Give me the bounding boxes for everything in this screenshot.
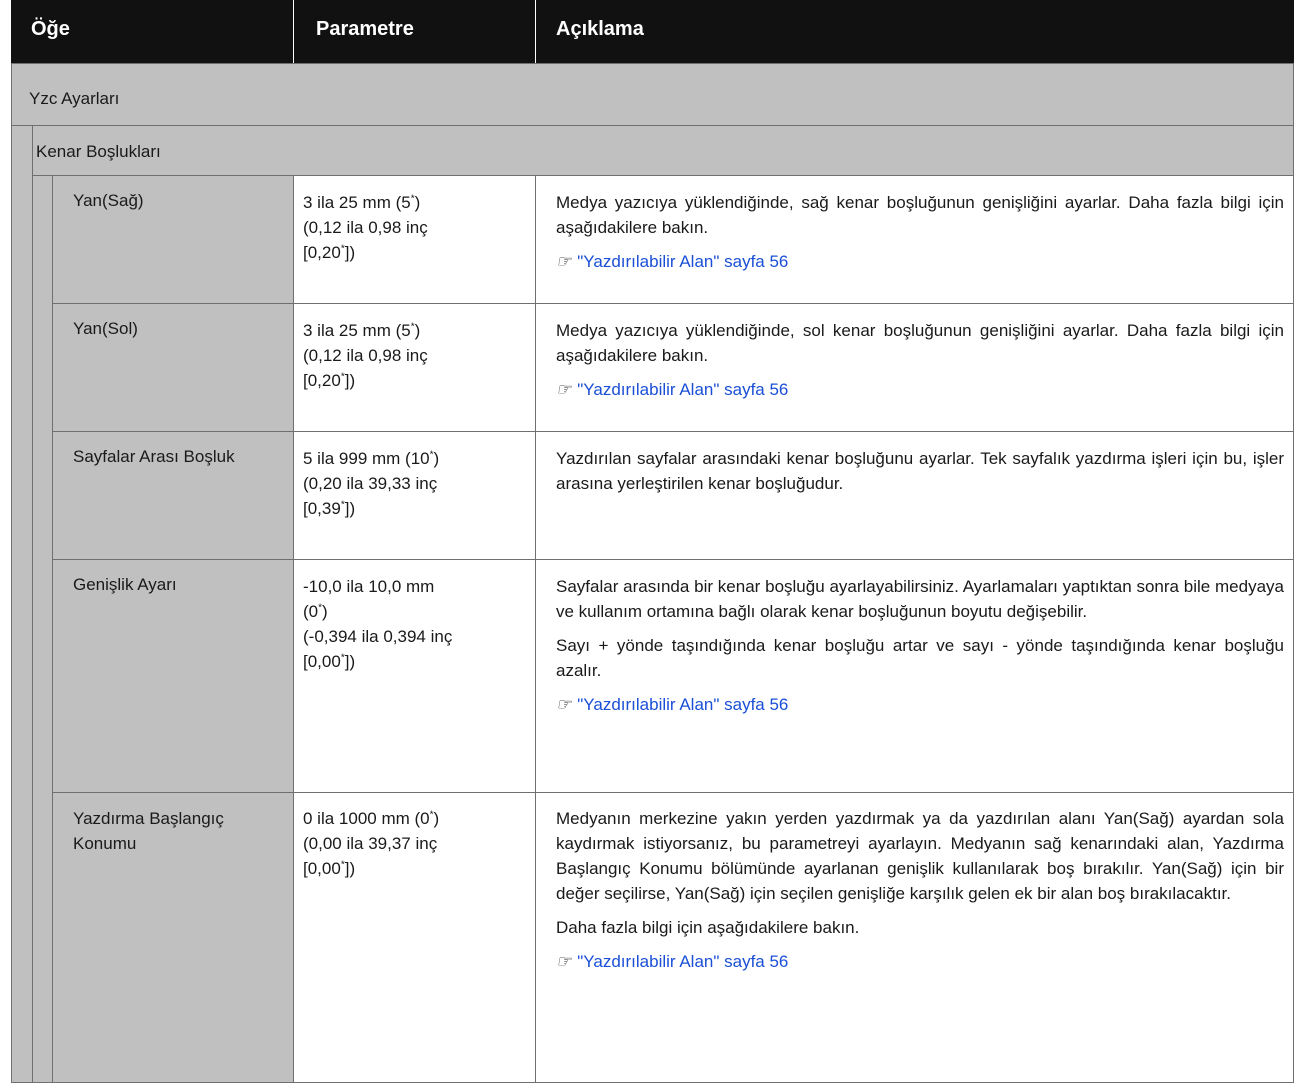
param-text: 3 ila 25 mm (5 <box>303 321 411 340</box>
item-label: Yazdırma Başlangıç Konumu <box>73 809 224 853</box>
row-divider <box>52 559 1294 560</box>
item-label: Genişlik Ayarı <box>73 575 177 594</box>
desc-text: Medya yazıcıya yüklendiğinde, sol kenar … <box>556 321 1284 365</box>
row-divider <box>52 792 1294 793</box>
param-text: [0,20 <box>303 243 341 262</box>
item-label: Sayfalar Arası Boşluk <box>73 447 235 466</box>
param-text: ]) <box>344 859 356 878</box>
item-label: Yan(Sol) <box>73 319 138 338</box>
desc-text: Sayfalar arasında bir kenar boşluğu ayar… <box>556 577 1284 621</box>
param-text: (0,12 ila 0,98 inç <box>303 218 428 237</box>
param-text: [0,00 <box>303 859 341 878</box>
table-border <box>32 126 33 1083</box>
link-text[interactable]: "Yazdırılabilir Alan" sayfa 56 <box>577 380 788 399</box>
reference-link[interactable]: ☞ "Yazdırılabilir Alan" sayfa 56 <box>556 377 1284 403</box>
desc-text: Sayı + yönde taşındığında kenar boşluğu … <box>556 636 1284 680</box>
row-item: Yan(Sağ) <box>73 190 283 212</box>
link-text[interactable]: "Yazdırılabilir Alan" sayfa 56 <box>577 252 788 271</box>
settings-table: Öğe Parametre Açıklama Yzc Ayarları Kena… <box>0 0 1298 1083</box>
param-text: ) <box>433 809 440 828</box>
row-desc: Yazdırılan sayfalar arasındaki kenar boş… <box>556 446 1284 505</box>
header-item: Öğe <box>31 18 70 40</box>
table-border <box>52 176 53 1083</box>
row-item: Sayfalar Arası Boşluk <box>73 446 288 468</box>
section-title: Yzc Ayarları <box>29 89 120 108</box>
desc-text: Yazdırılan sayfalar arasındaki kenar boş… <box>556 449 1284 493</box>
param-text: (0,20 ila 39,33 inç <box>303 474 438 493</box>
param-text: ]) <box>344 499 356 518</box>
row-item: Yazdırma Başlangıç Konumu <box>73 806 283 856</box>
row-param: 0 ila 1000 mm (0*) (0,00 ila 39,37 inç [… <box>303 806 528 881</box>
reference-hand-icon: ☞ <box>556 695 572 715</box>
link-text[interactable]: "Yazdırılabilir Alan" sayfa 56 <box>577 952 788 971</box>
reference-hand-icon: ☞ <box>556 952 572 972</box>
param-text: [0,20 <box>303 371 341 390</box>
row-param: -10,0 ila 10,0 mm (0*) (-0,394 ila 0,394… <box>303 577 453 671</box>
desc-text: Medya yazıcıya yüklendiğinde, sağ kenar … <box>556 193 1284 237</box>
param-text: 5 ila 999 mm (10 <box>303 449 430 468</box>
row-desc: Medyanın merkezine yakın yerden yazdırma… <box>556 806 1284 984</box>
param-text: [0,39 <box>303 499 341 518</box>
row-param: 3 ila 25 mm (5*) (0,12 ila 0,98 inç [0,2… <box>303 318 528 393</box>
param-text: ) <box>433 449 440 468</box>
section-row: Yzc Ayarları <box>11 63 1294 126</box>
param-text: (-0,394 ila 0,394 inç <box>303 627 453 646</box>
header-divider <box>535 0 536 63</box>
row-param: 3 ila 25 mm (5*) (0,12 ila 0,98 inç [0,2… <box>303 190 528 265</box>
row-desc: Medya yazıcıya yüklendiğinde, sol kenar … <box>556 318 1284 412</box>
table-border <box>535 176 536 1083</box>
param-text: 3 ila 25 mm (5 <box>303 193 411 212</box>
param-text: ]) <box>344 243 356 262</box>
subsection-row: Kenar Boşlukları <box>32 126 1294 176</box>
reference-link[interactable]: ☞ "Yazdırılabilir Alan" sayfa 56 <box>556 692 1284 718</box>
header-desc: Açıklama <box>556 18 644 40</box>
param-text: ) <box>414 193 421 212</box>
desc-text: Medyanın merkezine yakın yerden yazdırma… <box>556 809 1284 903</box>
row-desc: Medya yazıcıya yüklendiğinde, sağ kenar … <box>556 190 1284 284</box>
row-divider <box>52 303 1294 304</box>
param-text: [0,00 <box>303 652 341 671</box>
param-text: (0,00 ila 39,37 inç <box>303 834 438 853</box>
param-text: 0 <box>308 602 319 621</box>
reference-hand-icon: ☞ <box>556 380 572 400</box>
table-border <box>293 176 294 1083</box>
row-divider <box>52 431 1294 432</box>
reference-hand-icon: ☞ <box>556 252 572 272</box>
table-border <box>1293 63 1294 1083</box>
row-item: Genişlik Ayarı <box>73 574 283 596</box>
indent-stripe <box>32 176 52 1083</box>
subsection-title: Kenar Boşlukları <box>36 142 161 161</box>
param-text: ) <box>414 321 421 340</box>
param-text: ]) <box>344 371 356 390</box>
item-label: Yan(Sağ) <box>73 191 144 210</box>
param-text: ) <box>322 602 328 621</box>
param-text: (0,12 ila 0,98 inç <box>303 346 428 365</box>
indent-stripe <box>11 126 32 1083</box>
param-text: -10,0 ila 10,0 mm <box>303 577 435 596</box>
param-text: ]) <box>344 652 356 671</box>
reference-link[interactable]: ☞ "Yazdırılabilir Alan" sayfa 56 <box>556 249 1284 275</box>
table-header: Öğe Parametre Açıklama <box>11 0 1294 63</box>
row-desc: Sayfalar arasında bir kenar boşluğu ayar… <box>556 574 1284 727</box>
header-divider <box>293 0 294 63</box>
header-param: Parametre <box>316 18 414 40</box>
reference-link[interactable]: ☞ "Yazdırılabilir Alan" sayfa 56 <box>556 949 1284 975</box>
desc-text: Daha fazla bilgi için aşağıdakilere bakı… <box>556 918 860 937</box>
link-text[interactable]: "Yazdırılabilir Alan" sayfa 56 <box>577 695 788 714</box>
table-border <box>11 63 12 1083</box>
param-text: 0 ila 1000 mm (0 <box>303 809 430 828</box>
item-column-bg <box>52 176 293 1083</box>
row-param: 5 ila 999 mm (10*) (0,20 ila 39,33 inç [… <box>303 446 528 521</box>
row-item: Yan(Sol) <box>73 318 283 340</box>
